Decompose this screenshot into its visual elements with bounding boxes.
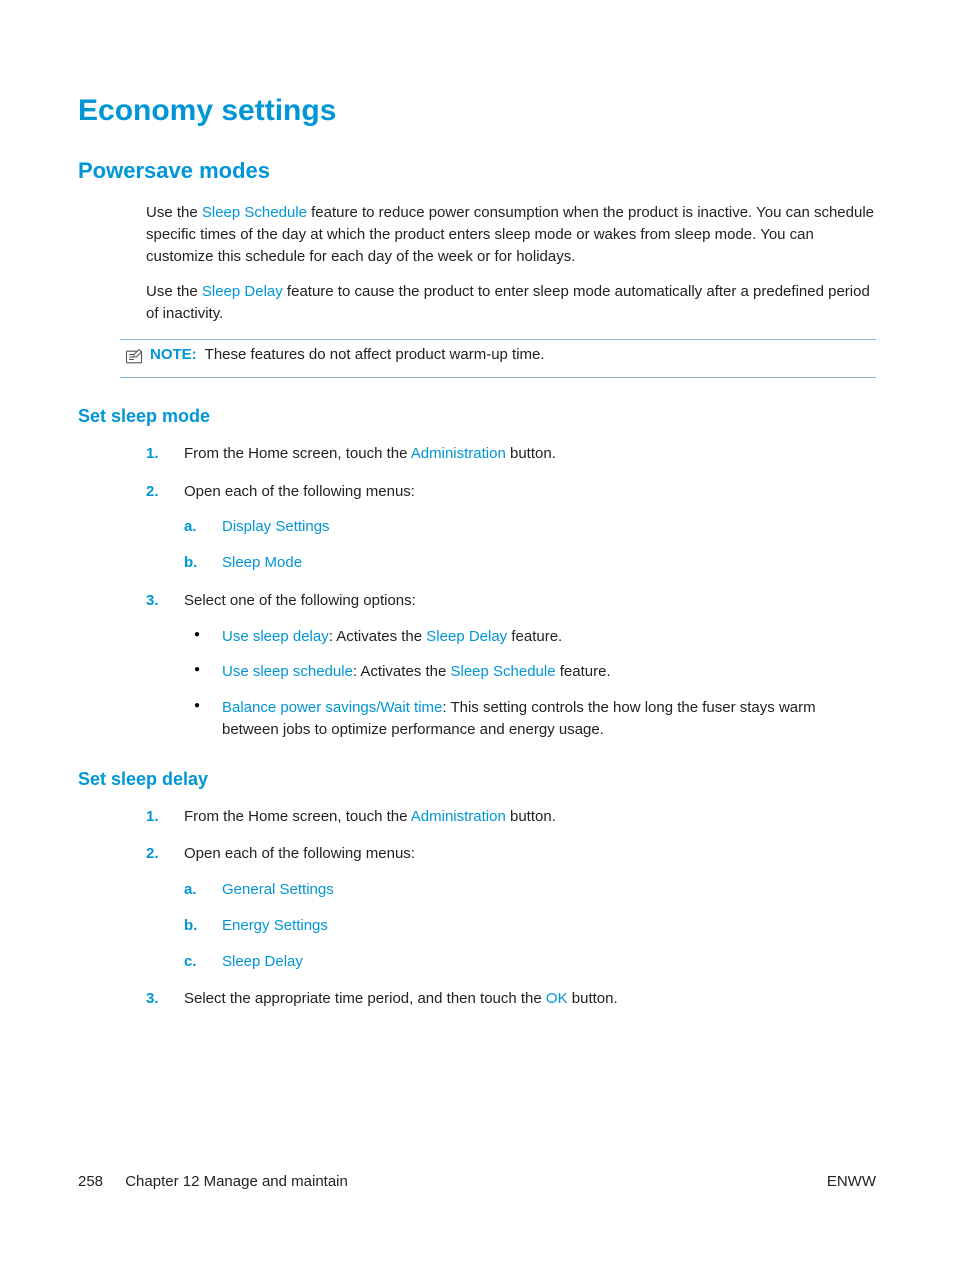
note-label: NOTE: (150, 346, 197, 363)
list-item: 2. Open each of the following menus: a. … (146, 481, 876, 574)
text: Use the (146, 204, 202, 221)
list-marker: 1. (146, 443, 159, 465)
text: button. (568, 990, 618, 1007)
text: : Activates the (329, 628, 427, 645)
list-item: 1. From the Home screen, touch the Admin… (146, 443, 876, 465)
note-content: NOTE: These features do not affect produc… (150, 346, 545, 363)
set-sleep-mode-steps: 1. From the Home screen, touch the Admin… (146, 443, 876, 741)
link-energy-settings[interactable]: Energy Settings (222, 917, 328, 934)
link-sleep-delay[interactable]: Sleep Delay (426, 628, 507, 645)
heading-powersave-modes: Powersave modes (78, 158, 876, 184)
sub-steps: a. Display Settings b. Sleep Mode (184, 516, 876, 574)
link-balance-power[interactable]: Balance power savings/Wait time (222, 699, 442, 716)
link-administration[interactable]: Administration (411, 808, 506, 825)
text: Use the (146, 283, 202, 300)
link-use-sleep-schedule[interactable]: Use sleep schedule (222, 663, 353, 680)
sub-steps: a. General Settings b. Energy Settings c… (184, 879, 876, 972)
link-ok[interactable]: OK (546, 990, 568, 1007)
link-administration[interactable]: Administration (411, 445, 506, 462)
list-item: Use sleep schedule: Activates the Sleep … (184, 661, 876, 683)
text: button. (506, 445, 556, 462)
footer-left: 258 Chapter 12 Manage and maintain (78, 1173, 348, 1190)
list-item: b. Energy Settings (184, 915, 876, 937)
list-marker: 3. (146, 590, 159, 612)
options-list: Use sleep delay: Activates the Sleep Del… (184, 626, 876, 741)
heading-set-sleep-delay: Set sleep delay (78, 769, 876, 790)
link-sleep-delay[interactable]: Sleep Delay (202, 283, 283, 300)
footer-right: ENWW (827, 1173, 876, 1190)
list-item: 3. Select one of the following options: … (146, 590, 876, 741)
list-item: Use sleep delay: Activates the Sleep Del… (184, 626, 876, 648)
text: button. (506, 808, 556, 825)
list-marker: b. (184, 915, 197, 937)
link-sleep-mode[interactable]: Sleep Mode (222, 554, 302, 571)
set-sleep-delay-steps: 1. From the Home screen, touch the Admin… (146, 806, 876, 1011)
list-item: a. Display Settings (184, 516, 876, 538)
text: : Activates the (353, 663, 451, 680)
list-marker: a. (184, 516, 197, 538)
powersave-para-1: Use the Sleep Schedule feature to reduce… (146, 202, 876, 267)
text: Select the appropriate time period, and … (184, 990, 546, 1007)
link-sleep-schedule[interactable]: Sleep Schedule (450, 663, 555, 680)
list-marker: c. (184, 951, 197, 973)
list-marker: b. (184, 552, 197, 574)
list-item: 3. Select the appropriate time period, a… (146, 988, 876, 1010)
text: Select one of the following options: (184, 592, 416, 609)
list-item: Balance power savings/Wait time: This se… (184, 697, 876, 741)
link-use-sleep-delay[interactable]: Use sleep delay (222, 628, 329, 645)
page-number: 258 (78, 1173, 103, 1190)
document-page: Economy settings Powersave modes Use the… (0, 0, 954, 1270)
text: feature. (507, 628, 562, 645)
text: From the Home screen, touch the (184, 445, 411, 462)
list-marker: a. (184, 879, 197, 901)
note-callout: NOTE: These features do not affect produc… (120, 339, 876, 378)
heading-set-sleep-mode: Set sleep mode (78, 406, 876, 427)
text: Open each of the following menus: (184, 845, 415, 862)
list-item: b. Sleep Mode (184, 552, 876, 574)
powersave-para-2: Use the Sleep Delay feature to cause the… (146, 281, 876, 325)
list-item: c. Sleep Delay (184, 951, 876, 973)
page-title: Economy settings (78, 94, 876, 128)
link-sleep-schedule[interactable]: Sleep Schedule (202, 204, 307, 221)
page-footer: 258 Chapter 12 Manage and maintain ENWW (78, 1173, 876, 1190)
chapter-label: Chapter 12 Manage and maintain (125, 1173, 348, 1190)
link-sleep-delay[interactable]: Sleep Delay (222, 953, 303, 970)
text: From the Home screen, touch the (184, 808, 411, 825)
link-general-settings[interactable]: General Settings (222, 881, 334, 898)
text: Open each of the following menus: (184, 483, 415, 500)
list-item: 1. From the Home screen, touch the Admin… (146, 806, 876, 828)
note-text: These features do not affect product war… (205, 346, 545, 363)
list-marker: 2. (146, 481, 159, 503)
list-item: a. General Settings (184, 879, 876, 901)
list-item: 2. Open each of the following menus: a. … (146, 843, 876, 972)
list-marker: 2. (146, 843, 159, 865)
list-marker: 3. (146, 988, 159, 1010)
note-icon (124, 347, 144, 371)
link-display-settings[interactable]: Display Settings (222, 518, 330, 535)
text: feature. (556, 663, 611, 680)
list-marker: 1. (146, 806, 159, 828)
powersave-body: Use the Sleep Schedule feature to reduce… (146, 202, 876, 325)
